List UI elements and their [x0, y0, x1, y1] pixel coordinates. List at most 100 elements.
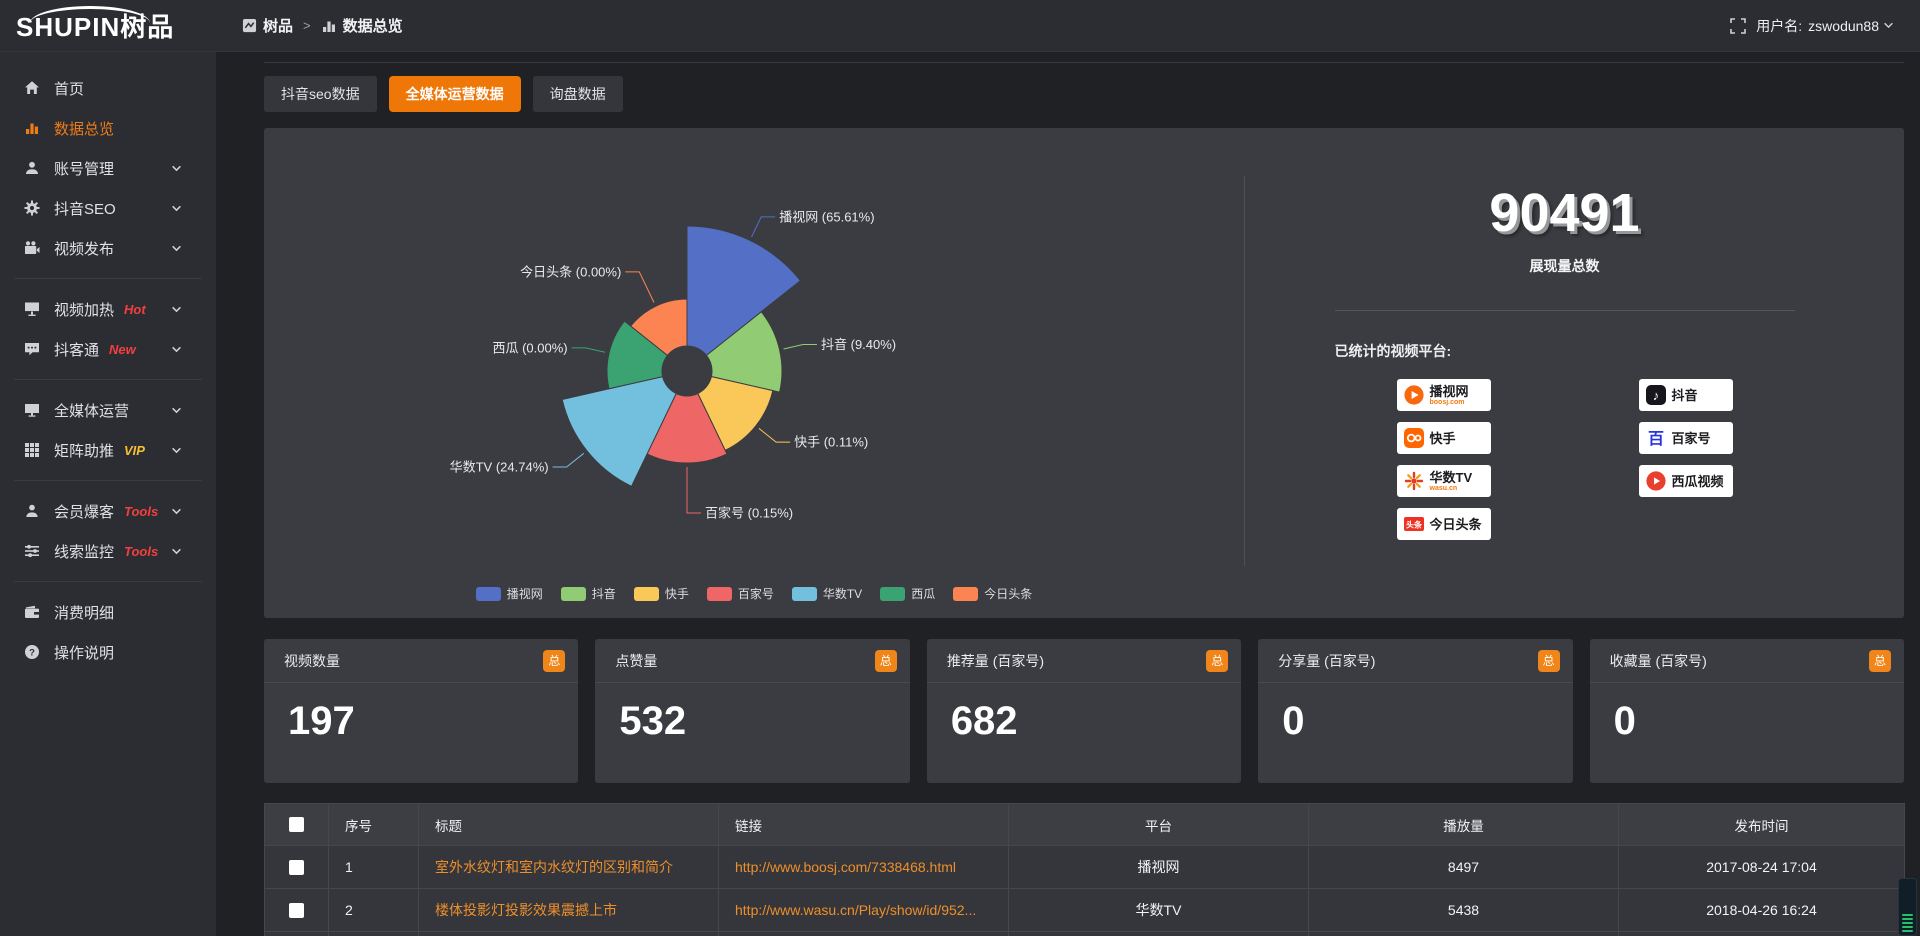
app-icon [242, 18, 257, 33]
platform-label: 播视网 [1430, 385, 1469, 398]
cell-empty [329, 932, 419, 936]
video-title-link[interactable]: 室外水纹灯和室内水纹灯的区别和简介 [435, 859, 673, 875]
sidebar-item-操作说明[interactable]: ?操作说明 [0, 632, 216, 672]
sidebar-item-抖客通[interactable]: 抖客通New [0, 329, 216, 369]
sidebar-item-label: 视频发布 [54, 238, 114, 259]
fullscreen-icon[interactable] [1730, 18, 1746, 34]
sidebar-item-首页[interactable]: 首页 [0, 68, 216, 108]
sidebar-item-label: 操作说明 [54, 642, 114, 663]
cell-empty [1009, 932, 1309, 936]
sidebar-item-视频发布[interactable]: 视频发布 [0, 228, 216, 268]
legend-item-抖音[interactable]: 抖音 [561, 585, 616, 602]
chart-panel: 播视网 (65.61%)抖音 (9.40%)快手 (0.11%)百家号 (0.1… [264, 128, 1904, 618]
breadcrumb: 树品 > 数据总览 [242, 15, 403, 36]
sidebar-item-线索监控[interactable]: 线索监控Tools [0, 531, 216, 571]
sidebar-item-会员爆客[interactable]: 会员爆客 Tools [0, 491, 216, 531]
svg-text:♪: ♪ [1652, 388, 1659, 403]
legend-item-百家号[interactable]: 百家号 [707, 585, 774, 602]
cell-plays: 8497 [1309, 846, 1619, 889]
sidebar-item-badge: VIP [124, 443, 145, 458]
widget-bar [1902, 914, 1913, 916]
breadcrumb-separator: > [303, 18, 311, 33]
stat-card-分享量 (百家号): 分享量 (百家号)总0 [1258, 639, 1572, 783]
chevron-down-icon [166, 304, 186, 315]
video-title-link[interactable]: 楼体投影灯投影效果震撼上市 [435, 902, 617, 918]
breadcrumb-label: 树品 [263, 15, 293, 36]
chevron-down-icon [166, 506, 186, 517]
stat-card-value: 0 [1258, 683, 1572, 744]
platform-toutiao: 头条今日头条 [1397, 508, 1491, 540]
stat-card-header: 推荐量 (百家号)总 [927, 639, 1241, 683]
sidebar-item-数据总览[interactable]: 数据总览 [0, 108, 216, 148]
stat-card-title: 推荐量 (百家号) [947, 651, 1044, 671]
tab-bar: 抖音seo数据全媒体运营数据询盘数据 [264, 76, 1904, 112]
row-checkbox[interactable] [289, 903, 304, 918]
cell-link: http://www.wasu.cn/Play/show/id/952... [719, 889, 1009, 932]
cell-empty [265, 932, 329, 936]
widget-bar [1902, 922, 1913, 924]
chevron-down-icon [166, 163, 186, 174]
page-widget[interactable] [1898, 878, 1917, 936]
sidebar-item-label: 会员爆客 [54, 501, 114, 522]
table-row: 2楼体投影灯投影效果震撼上市http://www.wasu.cn/Play/sh… [265, 889, 1905, 932]
pie-label-line [572, 348, 606, 352]
logo-arc [30, 6, 150, 40]
sidebar-item-矩阵助推[interactable]: 矩阵助推VIP [0, 430, 216, 470]
tab-抖音seo数据[interactable]: 抖音seo数据 [264, 76, 377, 112]
logo: SHUPIN树品 [0, 7, 216, 44]
legend-item-华数TV[interactable]: 华数TV [792, 585, 862, 602]
sidebar-item-视频加热[interactable]: 视频加热Hot [0, 289, 216, 329]
video-url-link[interactable]: http://www.boosj.com/7338468.html [735, 859, 956, 875]
sidebar-item-抖音SEO[interactable]: 抖音SEO [0, 188, 216, 228]
header-user-area: 用户名: zswodun88 [1730, 16, 1920, 36]
legend-item-播视网[interactable]: 播视网 [476, 585, 543, 602]
video-url-link[interactable]: http://www.wasu.cn/Play/show/id/952... [735, 902, 976, 918]
cell-empty [419, 932, 719, 936]
platform-label: 华数TV [1430, 471, 1473, 484]
username-label: 用户名: [1756, 16, 1802, 36]
username[interactable]: zswodun88 [1808, 18, 1879, 34]
stat-card-value: 0 [1590, 683, 1904, 744]
pie-label-line [625, 272, 654, 303]
sidebar-item-全媒体运营[interactable]: 全媒体运营 [0, 390, 216, 430]
summary-panel: 90491 展现量总数 已统计的视频平台: 播视网boosj.com快手华数TV… [1245, 128, 1904, 618]
sidebar-item-badge: Tools [124, 504, 158, 519]
legend-item-今日头条[interactable]: 今日头条 [953, 585, 1032, 602]
rose-chart-area: 播视网 (65.61%)抖音 (9.40%)快手 (0.11%)百家号 (0.1… [264, 128, 1244, 618]
rose-chart: 播视网 (65.61%)抖音 (9.40%)快手 (0.11%)百家号 (0.1… [264, 128, 1244, 583]
kuaishou-logo-icon [1403, 427, 1425, 449]
total-impressions-value: 90491 [1335, 182, 1795, 244]
cell-platform: 华数TV [1009, 889, 1309, 932]
legend-label: 百家号 [738, 585, 774, 602]
select-all-checkbox[interactable] [289, 817, 304, 832]
pie-label: 今日头条 (0.00%) [520, 264, 621, 279]
platform-label: 西瓜视频 [1672, 475, 1724, 488]
legend-item-快手[interactable]: 快手 [634, 585, 689, 602]
sidebar-item-账号管理[interactable]: 账号管理 [0, 148, 216, 188]
legend-label: 今日头条 [984, 585, 1032, 602]
platform-xigua: 西瓜视频 [1639, 465, 1733, 497]
cell-empty [719, 932, 1009, 936]
sidebar-item-label: 数据总览 [54, 118, 114, 139]
baijiahao-logo-icon: 百 [1645, 427, 1667, 449]
sidebar-item-消费明细[interactable]: 消费明细 [0, 592, 216, 632]
sidebar-divider [14, 480, 202, 481]
toutiao-logo-icon: 头条 [1403, 513, 1425, 535]
breadcrumb-item-数据总览[interactable]: 数据总览 [321, 15, 403, 36]
grid-icon [22, 442, 42, 458]
tab-全媒体运营数据[interactable]: 全媒体运营数据 [389, 76, 521, 112]
tab-询盘数据[interactable]: 询盘数据 [533, 76, 623, 112]
row-checkbox[interactable] [289, 860, 304, 875]
cell-time: 2018-04-26 16:24 [1619, 889, 1905, 932]
header-checkbox-cell [265, 804, 329, 846]
stat-card-header: 视频数量总 [264, 639, 578, 683]
sidebar-item-label: 抖音SEO [54, 198, 116, 219]
douyin-logo-icon: ♪ [1645, 384, 1667, 406]
cell-num: 1 [329, 846, 419, 889]
home-icon [22, 80, 42, 96]
member-icon [22, 503, 42, 519]
app-root: SHUPIN树品 树品>数据总览 用户名: zswodun88 首页数据总览账号… [0, 0, 1920, 936]
legend-label: 抖音 [592, 585, 616, 602]
breadcrumb-item-树品[interactable]: 树品 [242, 15, 293, 36]
legend-item-西瓜[interactable]: 西瓜 [880, 585, 935, 602]
